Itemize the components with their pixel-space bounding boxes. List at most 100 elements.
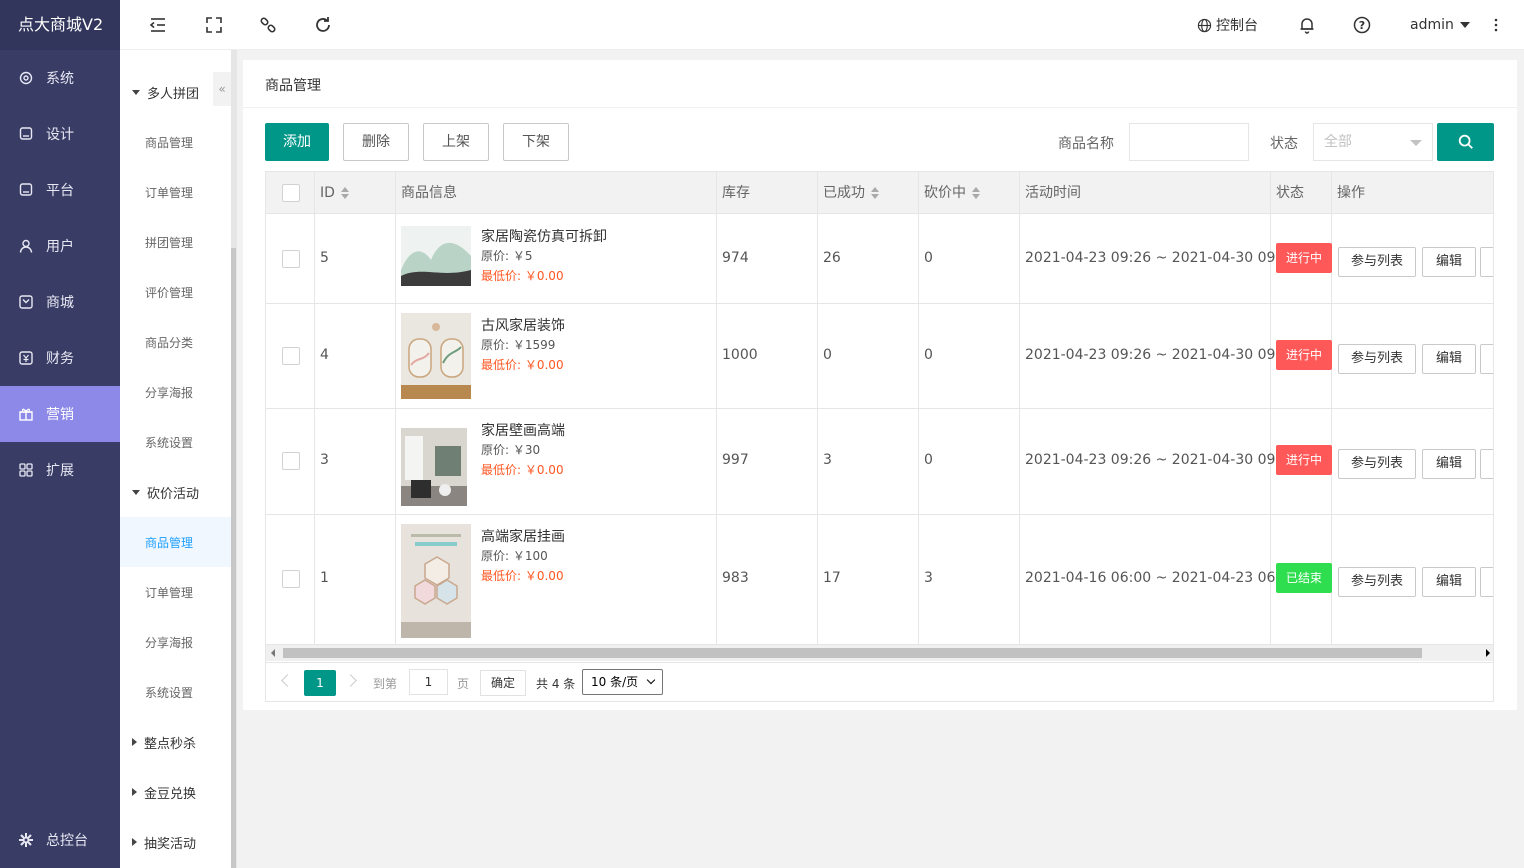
submenu-label: 订单管理 <box>145 185 194 200</box>
sidebar-item-1[interactable]: 设计 <box>0 106 120 162</box>
header-bargaining[interactable]: 砍价中 <box>919 172 1019 214</box>
caret-right-icon <box>132 738 137 746</box>
status-badge: 进行中 <box>1276 445 1332 475</box>
product-thumbnail <box>401 226 471 290</box>
status-select[interactable]: 全部 <box>1313 123 1433 161</box>
caret-down-icon <box>132 489 140 495</box>
sidebar-item-7[interactable]: 扩展 <box>0 442 120 498</box>
header-success[interactable]: 已成功 <box>818 172 918 214</box>
edit-button[interactable]: 编辑 <box>1422 343 1476 374</box>
row-checkbox[interactable] <box>282 570 300 588</box>
row-checkbox[interactable] <box>282 452 300 470</box>
min-price: 最低价: ￥0.00 <box>481 358 564 372</box>
submenu-item[interactable]: 评价管理 <box>120 267 231 317</box>
sidebar-item-4[interactable]: 商城 <box>0 274 120 330</box>
top-bar: 控制台 ? admin <box>120 0 1524 50</box>
participants-button[interactable]: 参与列表 <box>1338 246 1416 277</box>
submenu-label: 分享海报 <box>145 635 194 650</box>
sidebar-item-0[interactable]: 系统 <box>0 50 120 106</box>
menu-fold-icon[interactable] <box>148 15 168 35</box>
edit-button[interactable]: 编辑 <box>1422 246 1476 277</box>
console-label: 控制台 <box>1216 18 1258 34</box>
cell-stock: 974 <box>722 249 749 266</box>
participants-button[interactable]: 参与列表 <box>1338 567 1416 597</box>
globe-icon <box>1197 18 1212 32</box>
submenu-label: 订单管理 <box>145 585 194 600</box>
help-icon[interactable]: ? <box>1352 15 1372 35</box>
more-action-button[interactable] <box>1480 449 1493 479</box>
submenu-label: 拼团管理 <box>145 235 194 250</box>
sort-icon <box>972 187 980 199</box>
scroll-left-icon[interactable] <box>271 649 275 657</box>
sidebar-item-6[interactable]: 营销 <box>0 386 120 442</box>
submenu-group[interactable]: 金豆兑换 <box>120 767 231 817</box>
chevron-down-icon <box>646 675 656 685</box>
more-vertical-icon[interactable] <box>1486 15 1506 35</box>
submenu-group[interactable]: 砍价活动 <box>120 467 231 517</box>
bell-icon[interactable] <box>1297 15 1317 35</box>
goto-confirm-button[interactable]: 确定 <box>480 670 526 696</box>
list-on-button[interactable]: 上架 <box>423 123 489 161</box>
product-name-input[interactable] <box>1129 123 1249 161</box>
edit-button[interactable]: 编辑 <box>1422 449 1476 479</box>
more-action-button[interactable] <box>1480 343 1493 374</box>
submenu-scrollbar-thumb[interactable] <box>231 248 236 868</box>
submenu-item[interactable]: 商品管理 <box>120 517 231 567</box>
select-all-checkbox[interactable] <box>282 184 300 202</box>
submenu-item[interactable]: 分享海报 <box>120 617 231 667</box>
submenu-item[interactable]: 拼团管理 <box>120 217 231 267</box>
next-page-icon[interactable] <box>344 674 357 687</box>
sidebar-item-console[interactable]: 总控台 <box>0 812 120 868</box>
delete-button[interactable]: 删除 <box>343 123 409 161</box>
list-off-button[interactable]: 下架 <box>503 123 569 161</box>
cell-time: 2021-04-23 09:26 ~ 2021-04-30 09:26 <box>1025 249 1298 266</box>
submenu-group[interactable]: 抽奖活动 <box>120 817 231 867</box>
sidebar-item-3[interactable]: 用户 <box>0 218 120 274</box>
scroll-right-icon[interactable] <box>1486 649 1490 657</box>
row-checkbox[interactable] <box>282 249 300 268</box>
prev-page-icon[interactable] <box>281 674 294 687</box>
cell-success: 3 <box>823 452 832 468</box>
table-scrollbar-thumb[interactable] <box>283 648 1422 658</box>
user-menu[interactable]: admin <box>1410 15 1470 35</box>
participants-button[interactable]: 参与列表 <box>1338 343 1416 374</box>
page-1-button[interactable]: 1 <box>304 670 336 696</box>
participants-button[interactable]: 参与列表 <box>1338 449 1416 479</box>
submenu-item[interactable]: 系统设置 <box>120 417 231 467</box>
page-size-select[interactable]: 10 条/页 <box>582 669 663 695</box>
content-card: 商品管理 添加 删除 上架 下架 商品名称 状态 全部 ID 商品信息 库存 已… <box>243 60 1517 710</box>
submenu-item[interactable]: 订单管理 <box>120 567 231 617</box>
search-button[interactable] <box>1437 123 1494 161</box>
console-link[interactable]: 控制台 <box>1197 15 1258 35</box>
collapse-submenu-button[interactable]: « <box>213 72 231 106</box>
select-caret-icon <box>1410 140 1422 146</box>
more-action-button[interactable] <box>1480 567 1493 597</box>
sidebar-item-label: 系统 <box>46 71 74 87</box>
sidebar-item-5[interactable]: 财务 <box>0 330 120 386</box>
row-checkbox[interactable] <box>282 346 300 365</box>
sidebar-item-label: 用户 <box>46 239 74 255</box>
submenu-item[interactable]: 商品管理 <box>120 117 231 167</box>
submenu-item[interactable]: 商品分类 <box>120 317 231 367</box>
submenu-group[interactable]: 整点秒杀 <box>120 717 231 767</box>
submenu-item[interactable]: 系统设置 <box>120 667 231 717</box>
edit-button[interactable]: 编辑 <box>1422 567 1476 597</box>
cell-time: 2021-04-23 09:26 ~ 2021-04-30 09:26 <box>1025 452 1298 468</box>
link-icon[interactable] <box>258 15 278 35</box>
goto-page-input[interactable]: 1 <box>409 669 448 695</box>
cell-id: 5 <box>320 249 329 266</box>
sidebar-item-label: 扩展 <box>46 463 74 479</box>
header-id[interactable]: ID <box>315 172 395 214</box>
cell-id: 4 <box>320 346 329 363</box>
submenu-item[interactable]: 订单管理 <box>120 167 231 217</box>
add-button[interactable]: 添加 <box>265 123 329 161</box>
submenu-item[interactable]: 分享海报 <box>120 367 231 417</box>
monitor-icon <box>19 183 33 196</box>
product-name: 古风家居装饰 <box>481 318 565 334</box>
cell-bargaining: 0 <box>924 452 933 468</box>
more-action-button[interactable] <box>1480 246 1493 277</box>
refresh-icon[interactable] <box>313 15 333 35</box>
fullscreen-icon[interactable] <box>204 15 224 35</box>
submenu-label: 抽奖活动 <box>144 836 197 852</box>
sidebar-item-2[interactable]: 平台 <box>0 162 120 218</box>
